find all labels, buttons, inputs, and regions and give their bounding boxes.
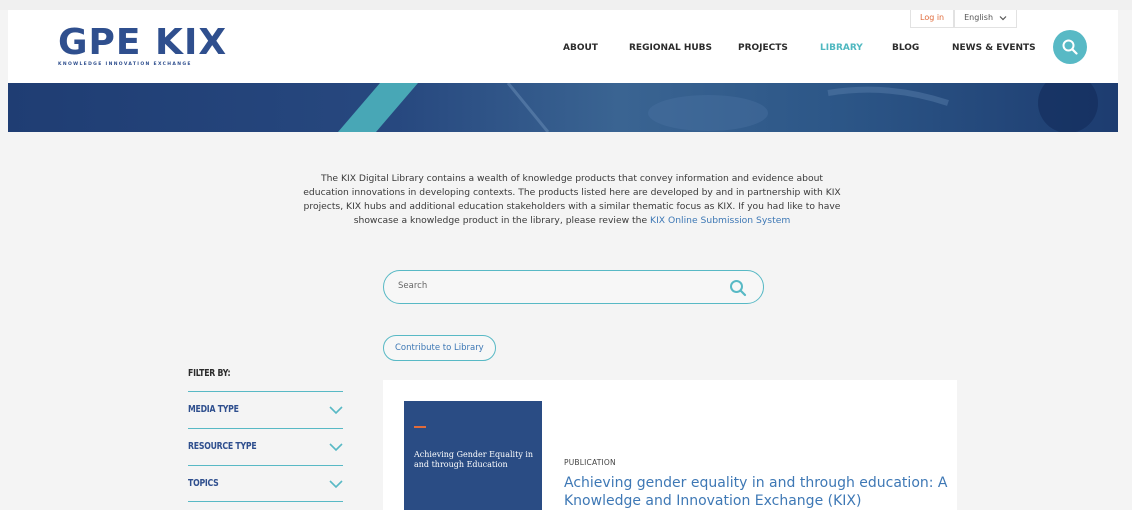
- library-search-input[interactable]: Search: [383, 270, 764, 304]
- language-label: English: [964, 13, 994, 22]
- hero-image: [338, 83, 1098, 132]
- chevron-down-icon: [999, 15, 1006, 20]
- header-search-button[interactable]: [1053, 30, 1087, 64]
- utility-links: Log in English: [910, 10, 1017, 28]
- filter-label: MEDIA TYPE: [188, 404, 239, 415]
- chevron-down-icon: [329, 443, 343, 452]
- library-result-card[interactable]: Achieving Gender Equality in and through…: [383, 380, 957, 510]
- nav-projects[interactable]: PROJECTS: [738, 41, 788, 55]
- site-header: GPE KIX KNOWLEDGE INNOVATION EXCHANGE Lo…: [8, 10, 1118, 90]
- login-link[interactable]: Log in: [910, 10, 955, 28]
- nav-blog[interactable]: BLOG: [892, 41, 919, 55]
- filter-heading: FILTER BY:: [188, 368, 231, 379]
- nav-news-events[interactable]: NEWS & EVENTS: [952, 41, 1036, 55]
- contribute-to-library-button[interactable]: Contribute to Library: [383, 335, 496, 361]
- search-icon: [1062, 39, 1078, 55]
- filter-topics[interactable]: TOPICS: [188, 465, 343, 502]
- filter-resource-type[interactable]: RESOURCE TYPE: [188, 428, 343, 465]
- chevron-down-icon: [329, 406, 343, 415]
- filter-label: TOPICS: [188, 478, 219, 489]
- filter-divider: [188, 501, 343, 510]
- cover-title: Achieving Gender Equality in and through…: [414, 450, 534, 469]
- publication-cover[interactable]: Achieving Gender Equality in and through…: [404, 401, 542, 510]
- nav-library[interactable]: LIBRARY: [820, 41, 863, 55]
- library-intro: The KIX Digital Library contains a wealt…: [303, 172, 841, 228]
- chevron-down-icon: [329, 480, 343, 489]
- filter-label: RESOURCE TYPE: [188, 441, 257, 452]
- cover-accent: [414, 426, 426, 428]
- search-icon[interactable]: [729, 279, 747, 297]
- resource-type-label: PUBLICATION: [564, 458, 616, 467]
- submission-system-link[interactable]: KIX Online Submission System: [650, 215, 790, 226]
- main-nav: ABOUT REGIONAL HUBS PROJECTS LIBRARY BLO…: [8, 41, 1118, 90]
- search-placeholder: Search: [398, 281, 428, 291]
- nav-about[interactable]: ABOUT: [563, 41, 598, 55]
- page-top-edge: [0, 0, 1132, 10]
- filter-media-type[interactable]: MEDIA TYPE: [188, 391, 343, 428]
- result-title-link[interactable]: Achieving gender equality in and through…: [564, 474, 949, 510]
- language-selector[interactable]: English: [954, 10, 1017, 28]
- nav-regional-hubs[interactable]: REGIONAL HUBS: [629, 41, 712, 55]
- hero-banner: [8, 83, 1118, 132]
